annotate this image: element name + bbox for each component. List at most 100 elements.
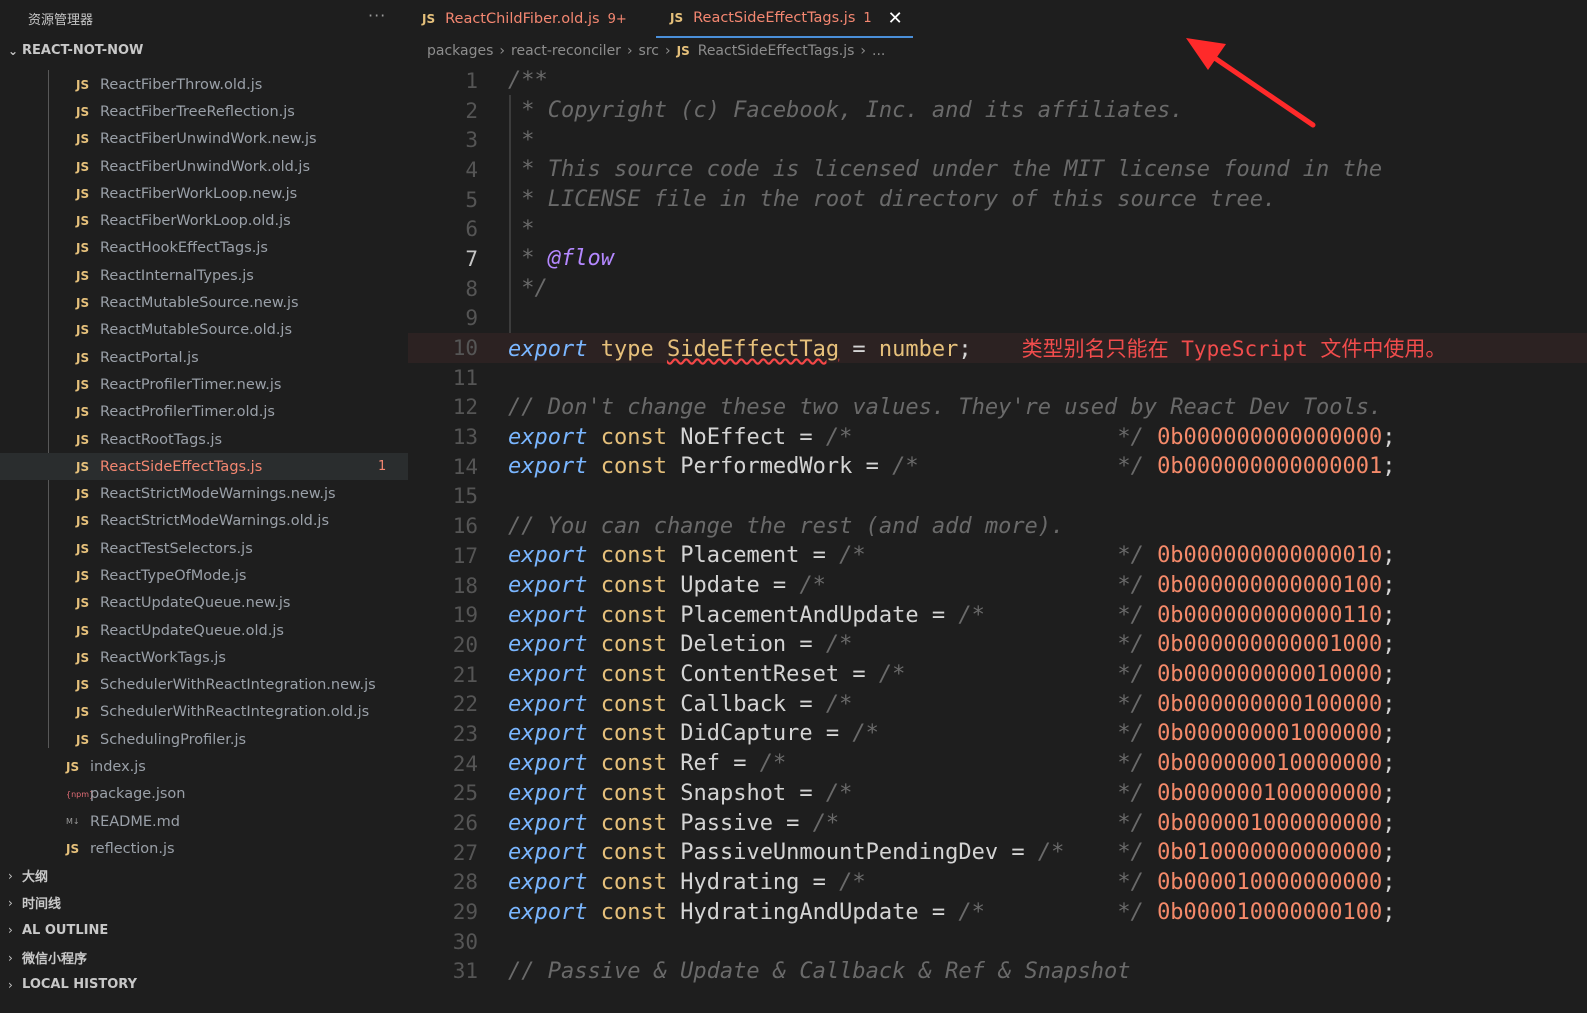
explorer-title: 资源管理器 bbox=[28, 13, 94, 28]
file-item[interactable]: JS ReactRootTags.js bbox=[0, 426, 408, 453]
js-file-icon: JS bbox=[76, 214, 90, 229]
tab-reactchildfiber[interactable]: JS ReactChildFiber.old.js 9+ bbox=[408, 0, 642, 38]
more-actions-icon[interactable]: ··· bbox=[368, 6, 386, 25]
code-line[interactable]: 20 export const Deletion = /* */ 0b000000… bbox=[408, 630, 1587, 660]
line-number: 10 bbox=[452, 336, 478, 361]
file-item[interactable]: JS ReactPortal.js bbox=[0, 344, 408, 371]
file-item[interactable]: JS ReactUpdateQueue.new.js bbox=[0, 590, 408, 617]
file-item[interactable]: JS ReactMutableSource.old.js bbox=[0, 317, 408, 344]
file-item[interactable]: JS ReactSideEffectTags.js 1 bbox=[0, 453, 408, 481]
code-line[interactable]: 3 * bbox=[408, 125, 1587, 155]
code-line[interactable]: 30 bbox=[408, 927, 1587, 957]
breadcrumb-symbols[interactable]: ... bbox=[872, 43, 885, 59]
code-text: * Copyright (c) Facebook, Inc. and its a… bbox=[508, 98, 1184, 124]
code-line[interactable]: 5 * LICENSE file in the root directory o… bbox=[408, 185, 1587, 215]
file-item[interactable]: JS ReactFiberTreeReflection.js bbox=[0, 98, 408, 125]
code-line[interactable]: 23 export const DidCapture = /* */ 0b0000… bbox=[408, 719, 1587, 749]
code-line[interactable]: 11 bbox=[408, 363, 1587, 393]
file-item[interactable]: JS index.js bbox=[0, 753, 408, 780]
code-line[interactable]: 28 export const Hydrating = /* */ 0b00001… bbox=[408, 868, 1587, 898]
code-line[interactable]: 27 export const PassiveUnmountPendingDev … bbox=[408, 838, 1587, 868]
sidebar-section[interactable]: › 时间线 bbox=[8, 889, 137, 916]
code-line[interactable]: 17 export const Placement = /* */ 0b00000… bbox=[408, 541, 1587, 571]
breadcrumb-file[interactable]: ReactSideEffectTags.js bbox=[698, 43, 855, 59]
project-root-folder[interactable]: ⌄ REACT-NOT-NOW bbox=[8, 43, 143, 58]
code-text: // Passive & Update & Callback & Ref & S… bbox=[508, 958, 1131, 984]
code-text: export const Placement = /* */ 0b0000000… bbox=[508, 543, 1396, 569]
code-editor[interactable]: 1/** 2 * Copyright (c) Facebook, Inc. and… bbox=[408, 66, 1587, 986]
code-text: export const Update = /* */ 0b0000000000… bbox=[508, 573, 1396, 599]
file-name: ReactFiberWorkLoop.old.js bbox=[100, 213, 291, 230]
code-line[interactable]: 8 */ bbox=[408, 274, 1587, 304]
file-item[interactable]: {npm} package.json bbox=[0, 781, 408, 808]
file-item[interactable]: JS ReactFiberWorkLoop.new.js bbox=[0, 180, 408, 207]
code-line[interactable]: 2 * Copyright (c) Facebook, Inc. and its… bbox=[408, 96, 1587, 126]
file-item[interactable]: JS ReactWorkTags.js bbox=[0, 644, 408, 671]
code-text: * bbox=[508, 127, 535, 153]
file-item[interactable]: JS ReactStrictModeWarnings.new.js bbox=[0, 480, 408, 507]
code-line[interactable]: 7 * @flow bbox=[408, 244, 1587, 274]
file-item[interactable]: JS ReactHookEffectTags.js bbox=[0, 235, 408, 262]
file-item[interactable]: JS ReactUpdateQueue.old.js bbox=[0, 617, 408, 644]
code-line[interactable]: 4 * This source code is licensed under t… bbox=[408, 155, 1587, 185]
breadcrumb-src[interactable]: src bbox=[639, 43, 659, 59]
file-item[interactable]: JS ReactInternalTypes.js bbox=[0, 262, 408, 289]
file-item[interactable]: JS ReactFiberWorkLoop.old.js bbox=[0, 207, 408, 234]
code-line[interactable]: 18 export const Update = /* */ 0b00000000… bbox=[408, 571, 1587, 601]
code-line[interactable]: 15 bbox=[408, 482, 1587, 512]
file-item[interactable]: JS SchedulingProfiler.js bbox=[0, 726, 408, 753]
file-item[interactable]: JS reflection.js bbox=[0, 835, 408, 862]
line-number: 27 bbox=[452, 840, 478, 865]
sidebar-section[interactable]: › AL OUTLINE bbox=[8, 917, 137, 944]
code-line[interactable]: 21 export const ContentReset = /* */ 0b00… bbox=[408, 660, 1587, 690]
close-icon[interactable]: ✕ bbox=[888, 8, 903, 29]
file-item[interactable]: JS SchedulerWithReactIntegration.old.js bbox=[0, 699, 408, 726]
js-file-icon: JS bbox=[76, 241, 90, 256]
line-number: 9 bbox=[465, 306, 478, 331]
tab-reactsideeffecttags[interactable]: JS ReactSideEffectTags.js 1 ✕ bbox=[656, 0, 913, 38]
file-item[interactable]: JS SchedulerWithReactIntegration.new.js bbox=[0, 672, 408, 699]
code-text: export const DidCapture = /* */ 0b000000… bbox=[508, 721, 1396, 747]
file-item[interactable]: JS ReactProfilerTimer.old.js bbox=[0, 399, 408, 426]
code-line[interactable]: 9 bbox=[408, 304, 1587, 334]
js-file-icon: JS bbox=[76, 596, 90, 611]
code-line[interactable]: 25 export const Snapshot = /* */ 0b000000… bbox=[408, 779, 1587, 809]
code-line[interactable]: 12 // Don't change these two values. They… bbox=[408, 393, 1587, 423]
sidebar-section[interactable]: › 微信小程序 bbox=[8, 944, 137, 971]
code-text: export const Passive = /* */ 0b000001000… bbox=[508, 810, 1396, 836]
code-line[interactable]: 6 * bbox=[408, 214, 1587, 244]
chevron-right-icon: › bbox=[860, 43, 867, 59]
breadcrumb-react-reconciler[interactable]: react-reconciler bbox=[511, 43, 621, 59]
file-item[interactable]: JS ReactProfilerTimer.new.js bbox=[0, 371, 408, 398]
code-line[interactable]: 16 // You can change the rest (and add mo… bbox=[408, 511, 1587, 541]
line-number: 15 bbox=[452, 484, 478, 509]
file-item[interactable]: JS ReactFiberUnwindWork.old.js bbox=[0, 153, 408, 180]
file-name: ReactProfilerTimer.new.js bbox=[100, 376, 282, 393]
js-file-icon: JS bbox=[76, 132, 90, 147]
file-name: ReactPortal.js bbox=[100, 349, 199, 366]
file-item[interactable]: JS ReactFiberThrow.old.js bbox=[0, 71, 408, 98]
code-line[interactable]: 24 export const Ref = /* */ 0b00000001000… bbox=[408, 749, 1587, 779]
code-line[interactable]: 1 /** bbox=[408, 66, 1587, 96]
breadcrumb: packages › react-reconciler › src › JS R… bbox=[427, 43, 885, 59]
code-line[interactable]: 26 export const Passive = /* */ 0b0000010… bbox=[408, 808, 1587, 838]
code-line[interactable]: 31 // Passive & Update & Callback & Ref &… bbox=[408, 957, 1587, 987]
breadcrumb-packages[interactable]: packages bbox=[427, 43, 493, 59]
sidebar-section[interactable]: › 大纲 bbox=[8, 862, 137, 889]
code-line[interactable]: 10 export type SideEffectTag = number; 类型别… bbox=[408, 333, 1587, 363]
file-item[interactable]: JS ReactStrictModeWarnings.old.js bbox=[0, 508, 408, 535]
file-item[interactable]: JS ReactMutableSource.new.js bbox=[0, 289, 408, 316]
file-item[interactable]: JS ReactFiberUnwindWork.new.js bbox=[0, 126, 408, 153]
file-item[interactable]: JS ReactTestSelectors.js bbox=[0, 535, 408, 562]
code-line[interactable]: 13 export const NoEffect = /* */ 0b000000… bbox=[408, 422, 1587, 452]
code-text: * LICENSE file in the root directory of … bbox=[508, 187, 1277, 213]
file-item[interactable]: M↓ README.md bbox=[0, 808, 408, 835]
code-line[interactable]: 22 export const Callback = /* */ 0b000000… bbox=[408, 689, 1587, 719]
code-line[interactable]: 29 export const HydratingAndUpdate = /* *… bbox=[408, 897, 1587, 927]
code-line[interactable]: 14 export const PerformedWork = /* */ 0b0… bbox=[408, 452, 1587, 482]
code-line[interactable]: 19 export const PlacementAndUpdate = /* *… bbox=[408, 600, 1587, 630]
file-item[interactable]: JS ReactTypeOfMode.js bbox=[0, 562, 408, 589]
sidebar-section[interactable]: › LOCAL HISTORY bbox=[8, 971, 137, 998]
code-text: /** bbox=[508, 68, 548, 94]
js-file-icon: JS bbox=[76, 268, 90, 283]
